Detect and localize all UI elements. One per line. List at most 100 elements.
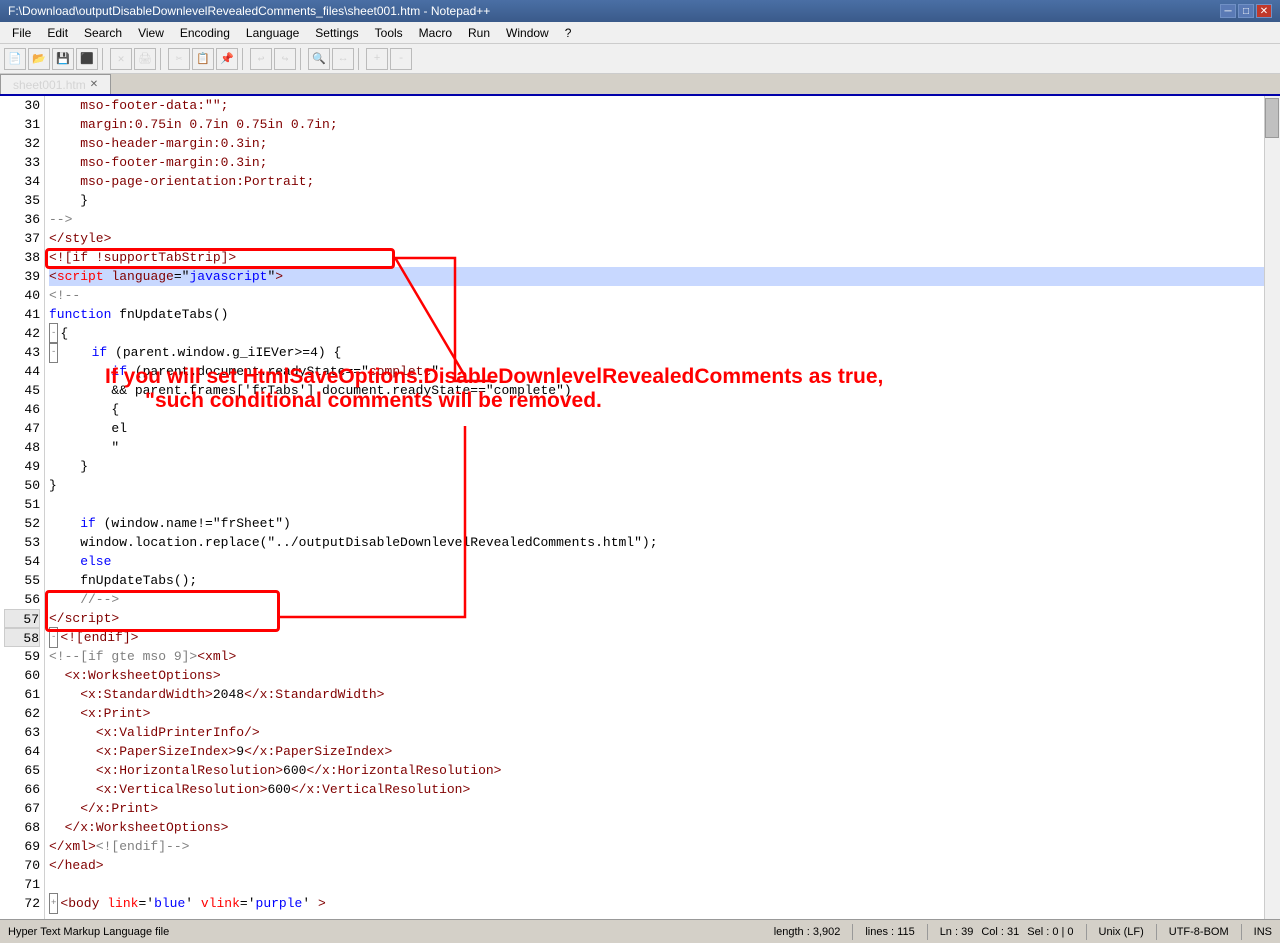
menu-run[interactable]: Run	[460, 24, 498, 42]
menu-encoding[interactable]: Encoding	[172, 24, 238, 42]
code-line-45: && parent.frames['frTabs'].document.read…	[49, 381, 1276, 400]
code-line-70: </head>	[49, 856, 1276, 875]
close-button[interactable]: ✕	[110, 48, 132, 70]
encoding-label: UTF-8-BOM	[1169, 926, 1229, 938]
col-label: Col : 31	[981, 926, 1019, 938]
undo-button[interactable]: ↩	[250, 48, 272, 70]
code-line-62: <x:Print>	[49, 704, 1276, 723]
menu-edit[interactable]: Edit	[39, 24, 76, 42]
maximize-button[interactable]: □	[1238, 4, 1254, 18]
sel-label: Sel : 0 | 0	[1027, 926, 1073, 938]
save-all-button[interactable]: ⬛	[76, 48, 98, 70]
code-line-68: </x:WorksheetOptions>	[49, 818, 1276, 837]
code-line-43: - if (parent.window.g_iIEVer>=4) {	[49, 343, 1276, 362]
menu-window[interactable]: Window	[498, 24, 557, 42]
code-line-55: fnUpdateTabs();	[49, 571, 1276, 590]
line-numbers: 30 31 32 33 34 35 36 37 38 39 40 41 42 4…	[0, 96, 45, 919]
status-sep1	[852, 924, 853, 940]
open-button[interactable]: 📂	[28, 48, 50, 70]
menubar: File Edit Search View Encoding Language …	[0, 22, 1280, 44]
scrollbar-thumb[interactable]	[1265, 98, 1279, 138]
code-line-72: +<body link='blue' vlink='purple' >	[49, 894, 1276, 913]
menu-language[interactable]: Language	[238, 24, 307, 42]
minimize-button[interactable]: ─	[1220, 4, 1236, 18]
print-button[interactable]: 🖨	[134, 48, 156, 70]
toolbar-sep5	[358, 48, 362, 70]
close-button[interactable]: ✕	[1256, 4, 1272, 18]
code-line-54: else	[49, 552, 1276, 571]
status-right: length : 3,902 lines : 115 Ln : 39 Col :…	[774, 924, 1272, 940]
code-line-61: <x:StandardWidth>2048</x:StandardWidth>	[49, 685, 1276, 704]
code-line-53: window.location.replace("../outputDisabl…	[49, 533, 1276, 552]
code-line-71	[49, 875, 1276, 894]
copy-button[interactable]: 📋	[192, 48, 214, 70]
eol-label: Unix (LF)	[1099, 926, 1144, 938]
toolbar-sep4	[300, 48, 304, 70]
zoom-in-button[interactable]: +	[366, 48, 388, 70]
tab-close-icon[interactable]: ✕	[90, 79, 98, 90]
status-sep5	[1241, 924, 1242, 940]
menu-settings[interactable]: Settings	[307, 24, 366, 42]
code-area[interactable]: mso-footer-data:""; margin:0.75in 0.7in …	[45, 96, 1280, 919]
menu-macro[interactable]: Macro	[411, 24, 460, 42]
toolbar-sep2	[160, 48, 164, 70]
zoom-out-button[interactable]: -	[390, 48, 412, 70]
code-line-46: {	[49, 400, 1276, 419]
titlebar: F:\Download\outputDisableDownlevelReveal…	[0, 0, 1280, 22]
code-line-60: <x:WorksheetOptions>	[49, 666, 1276, 685]
status-left: Hyper Text Markup Language file	[8, 926, 169, 938]
save-button[interactable]: 💾	[52, 48, 74, 70]
length-label: length : 3,902	[774, 926, 841, 938]
code-line-52: if (window.name!="frSheet")	[49, 514, 1276, 533]
code-line-30: mso-footer-data:"";	[49, 96, 1276, 115]
code-line-31: margin:0.75in 0.7in 0.75in 0.7in;	[49, 115, 1276, 134]
toolbar-sep3	[242, 48, 246, 70]
code-line-59: <!--[if gte mso 9]><xml>	[49, 647, 1276, 666]
tabbar: sheet001.htm ✕	[0, 74, 1280, 96]
search-button[interactable]: 🔍	[308, 48, 330, 70]
status-sep2	[927, 924, 928, 940]
new-button[interactable]: 📄	[4, 48, 26, 70]
code-line-58: -<![endif]>	[49, 628, 1276, 647]
toolbar-sep1	[102, 48, 106, 70]
cut-button[interactable]: ✂	[168, 48, 190, 70]
window-controls: ─ □ ✕	[1220, 4, 1272, 18]
file-type-label: Hyper Text Markup Language file	[8, 926, 169, 938]
code-line-64: <x:PaperSizeIndex>9</x:PaperSizeIndex>	[49, 742, 1276, 761]
code-line-47: el	[49, 419, 1276, 438]
status-sep3	[1086, 924, 1087, 940]
code-line-32: mso-header-margin:0.3in;	[49, 134, 1276, 153]
ins-label: INS	[1254, 926, 1272, 938]
code-line-37: </style>	[49, 229, 1276, 248]
code-line-41: function fnUpdateTabs()	[49, 305, 1276, 324]
code-line-35: }	[49, 191, 1276, 210]
code-line-65: <x:HorizontalResolution>600</x:Horizonta…	[49, 761, 1276, 780]
redo-button[interactable]: ↪	[274, 48, 296, 70]
code-line-36: -->	[49, 210, 1276, 229]
paste-button[interactable]: 📌	[216, 48, 238, 70]
code-line-40: <!--	[49, 286, 1276, 305]
code-line-33: mso-footer-margin:0.3in;	[49, 153, 1276, 172]
code-line-51	[49, 495, 1276, 514]
menu-help[interactable]: ?	[557, 24, 580, 42]
editor[interactable]: 30 31 32 33 34 35 36 37 38 39 40 41 42 4…	[0, 96, 1280, 919]
menu-view[interactable]: View	[130, 24, 172, 42]
vertical-scrollbar[interactable]	[1264, 96, 1280, 919]
replace-button[interactable]: ↔	[332, 48, 354, 70]
code-line-42: -{	[49, 324, 1276, 343]
lines-label: lines : 115	[865, 926, 914, 938]
ln-label: Ln : 39	[940, 926, 974, 938]
code-line-49: }	[49, 457, 1276, 476]
code-line-50: }	[49, 476, 1276, 495]
menu-search[interactable]: Search	[76, 24, 130, 42]
tab-sheet001[interactable]: sheet001.htm ✕	[0, 74, 111, 94]
code-line-67: </x:Print>	[49, 799, 1276, 818]
code-line-38: <![if !supportTabStrip]>	[49, 248, 1276, 267]
code-line-63: <x:ValidPrinterInfo/>	[49, 723, 1276, 742]
code-line-56: //-->	[49, 590, 1276, 609]
statusbar: Hyper Text Markup Language file length :…	[0, 919, 1280, 943]
menu-file[interactable]: File	[4, 24, 39, 42]
code-line-44: if (parent.document.readyState=="complet…	[49, 362, 1276, 381]
menu-tools[interactable]: Tools	[367, 24, 411, 42]
title-text: F:\Download\outputDisableDownlevelReveal…	[8, 4, 490, 18]
